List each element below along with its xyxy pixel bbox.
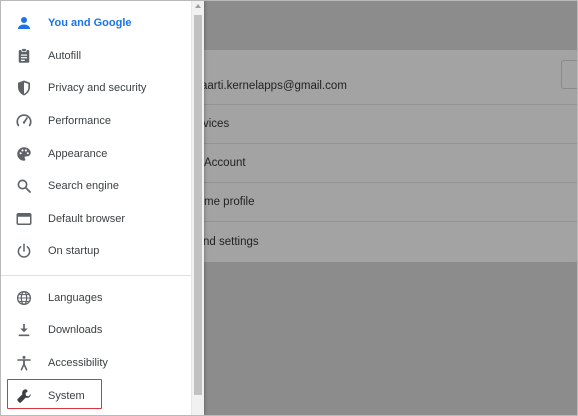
nav-item-autofill[interactable]: Autofill [1, 41, 191, 71]
nav-item-search-engine[interactable]: Search engine [1, 171, 191, 201]
drawer-scrollbar[interactable] [191, 1, 204, 415]
nav-item-accessibility[interactable]: Accessibility [1, 348, 191, 378]
profile-email: aarti.kernelapps@gmail.com [201, 80, 347, 92]
nav-label-you-and-google: You and Google [48, 17, 132, 29]
settings-nav-drawer: You and Google Autofill Privacy and secu… [1, 1, 204, 415]
chrome-profile-row[interactable]: me profile [151, 182, 577, 221]
system-highlight-annotation [7, 379, 102, 409]
nav-label-search-engine: Search engine [48, 180, 119, 192]
nav-label-performance: Performance [48, 115, 111, 127]
globe-icon [15, 289, 33, 307]
google-account-label: Account [204, 157, 246, 169]
import-settings-label: nd settings [203, 236, 259, 248]
shield-icon [15, 79, 33, 97]
nav-item-privacy-and-security[interactable]: Privacy and security [1, 73, 191, 103]
nav-label-on-startup: On startup [48, 245, 100, 257]
profile-row[interactable]: l aarti.kernelapps@gmail.com [151, 50, 577, 104]
nav-item-appearance[interactable]: Appearance [1, 139, 191, 169]
palette-icon [15, 145, 33, 163]
download-icon [15, 321, 33, 339]
sync-services-row[interactable]: vices [151, 104, 577, 143]
scrollbar-thumb[interactable] [194, 15, 202, 395]
nav-item-you-and-google[interactable]: You and Google [1, 8, 191, 38]
nav-label-downloads: Downloads [48, 324, 103, 336]
nav-label-appearance: Appearance [48, 148, 108, 160]
nav-item-languages[interactable]: Languages [1, 283, 191, 313]
sync-services-label: vices [203, 118, 230, 130]
nav-item-default-browser[interactable]: Default browser [1, 204, 191, 234]
power-icon [15, 242, 33, 260]
nav-label-default-browser: Default browser [48, 213, 126, 225]
clipboard-icon [15, 47, 33, 65]
you-and-google-card: l aarti.kernelapps@gmail.com vices Accou… [151, 50, 577, 262]
nav-label-accessibility: Accessibility [48, 357, 108, 369]
speedometer-icon [15, 112, 33, 130]
google-account-row[interactable]: Account [151, 143, 577, 182]
nav-label-privacy-and-security: Privacy and security [48, 82, 147, 94]
sync-button-fragment[interactable] [561, 60, 577, 89]
nav-label-autofill: Autofill [48, 50, 82, 62]
browser-window-icon [15, 210, 33, 228]
nav-label-languages: Languages [48, 292, 103, 304]
scroll-up-arrow-icon[interactable] [195, 4, 201, 8]
nav-item-performance[interactable]: Performance [1, 106, 191, 136]
accessibility-icon [15, 354, 33, 372]
person-icon [15, 14, 33, 32]
nav-item-on-startup[interactable]: On startup [1, 236, 191, 266]
chrome-profile-label: me profile [204, 196, 255, 208]
nav-divider [1, 275, 191, 276]
settings-window: l aarti.kernelapps@gmail.com vices Accou… [0, 0, 578, 416]
import-settings-row[interactable]: nd settings [151, 221, 577, 262]
nav-item-downloads[interactable]: Downloads [1, 315, 191, 345]
search-icon [15, 177, 33, 195]
